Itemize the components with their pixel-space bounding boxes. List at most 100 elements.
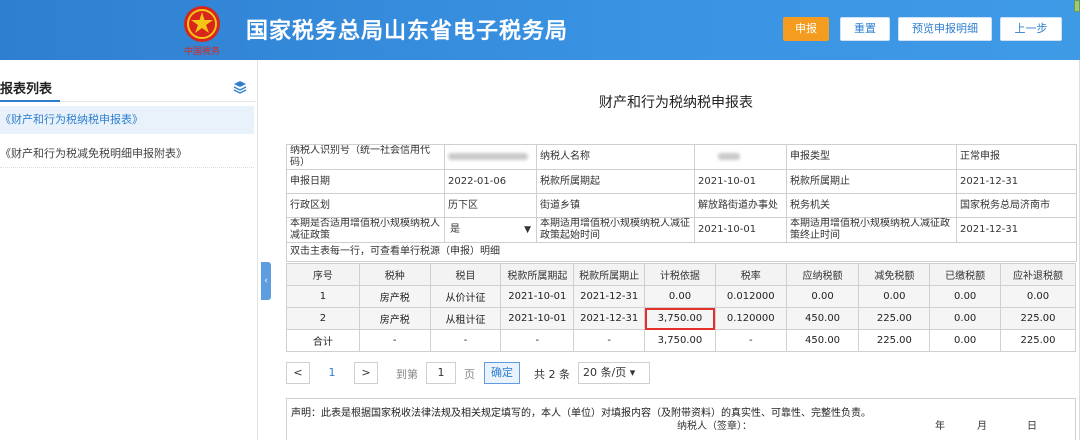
form-title: 财产和行为税纳税申报表 (599, 95, 753, 111)
table-cell: 225.00 (858, 329, 931, 352)
table-row[interactable]: 1 房产税 从价计征 2021-10-01 2021-12-31 0.00 0.… (286, 285, 1076, 308)
sidebar-title-underline (0, 100, 60, 102)
table-cell: 2021-10-01 (500, 285, 575, 308)
grid-header-cell: 序号 (286, 263, 360, 286)
table-cell: 0.00 (929, 307, 1002, 330)
total-row: 合计 - - - - 3,750.00 - 450.00 225.00 0.00… (286, 329, 1076, 352)
grid-header-cell: 税款所属期止 (573, 263, 646, 286)
sidebar-header: 报表列表 (0, 70, 256, 102)
taxpayer-info-table: 纳税人识别号（统一社会信用代码） 纳税人名称 申报类型 正常申报 申报日期 20… (286, 144, 1077, 262)
grid-header-cell: 税种 (358, 263, 431, 286)
table-cell: 房产税 (358, 307, 431, 330)
national-emblem-icon: 中国税务 (184, 6, 220, 57)
month-label: 月 (977, 421, 987, 432)
page-size-select[interactable]: 20 条/页 ▾ (578, 362, 650, 384)
table-cell: - (429, 329, 502, 352)
sidebar-title: 报表列表 (0, 82, 53, 97)
layers-icon[interactable] (233, 80, 247, 94)
table-cell: 0.00 (929, 285, 1002, 308)
page-size-value: 20 条/页 (583, 366, 627, 379)
goto-confirm-button[interactable]: 确定 (484, 362, 520, 384)
main-content: 财产和行为税纳税申报表 纳税人识别号（统一社会信用代码） 纳税人名称 申报类型 … (272, 60, 1080, 440)
day-label: 日 (1027, 421, 1037, 432)
prev-page-button[interactable]: < (286, 362, 310, 384)
grid-header-cell: 减免税额 (858, 263, 931, 286)
small-scale-policy-value: 是 (450, 224, 460, 235)
district-label: 行政区划 (286, 193, 445, 218)
total-count: 共 2 条 (534, 368, 570, 381)
preview-details-button[interactable]: 预览申报明细 (898, 17, 992, 41)
collapse-sidebar-toggle[interactable]: ‹ (261, 262, 271, 300)
page-unit-label: 页 (464, 368, 475, 381)
table-cell: 0.00 (858, 285, 931, 308)
table-cell: 从价计征 (429, 285, 502, 308)
taxable-basis-highlighted-cell: 3,750.00 (644, 307, 716, 330)
submit-declaration-button[interactable]: 申报 (783, 17, 829, 41)
grid-header-cell: 税率 (714, 263, 787, 286)
period-start-value: 2021-10-01 (694, 169, 787, 194)
table-cell: - (573, 329, 646, 352)
table-cell: 450.00 (785, 329, 860, 352)
grid-header-cell: 已缴税额 (929, 263, 1002, 286)
grid-header-cell: 应补退税额 (1000, 263, 1076, 286)
table-cell: 0.00 (785, 285, 860, 308)
period-end-value: 2021-12-31 (956, 169, 1077, 194)
table-cell: 从租计征 (429, 307, 502, 330)
table-cell: 3,750.00 (644, 329, 716, 352)
reset-button[interactable]: 重置 (840, 17, 890, 41)
scrollbar-thumb[interactable] (1074, 0, 1080, 12)
next-page-button[interactable]: > (354, 362, 378, 384)
table-cell: 2021-12-31 (573, 285, 646, 308)
chevron-down-icon: ▾ (629, 366, 636, 379)
table-cell: - (358, 329, 431, 352)
grid-header-cell: 计税依据 (644, 263, 716, 286)
table-cell: 0.00 (1000, 285, 1076, 308)
taxpayer-id-label: 纳税人识别号（统一社会信用代码） (286, 144, 445, 170)
previous-step-button[interactable]: 上一步 (1000, 17, 1062, 41)
declare-type-label: 申报类型 (786, 144, 957, 170)
declaration-box: 声明：此表是根据国家税收法律法规及相关规定填写的，本人（单位）对填报内容（及附带… (286, 398, 1076, 440)
table-cell: - (714, 329, 787, 352)
grid-header-cell: 税款所属期起 (500, 263, 575, 286)
table-cell: - (500, 329, 575, 352)
sidebar: 报表列表 《财产和行为税纳税申报表》 《财产和行为税减免税明细申报附表》 (0, 60, 258, 440)
period-start-label: 税款所属期起 (536, 169, 695, 194)
grid-header-cell: 应纳税额 (785, 263, 860, 286)
goto-page-input[interactable]: 1 (426, 362, 456, 384)
declare-date-label: 申报日期 (286, 169, 445, 194)
taxpayer-id-value (444, 144, 537, 170)
reduce-start-value: 2021-10-01 (694, 217, 787, 243)
grid-header-cell: 税目 (429, 263, 502, 286)
pagination: < 1 > 到第 1 页 确定 共 2 条 20 条/页 ▾ (286, 362, 706, 386)
goto-label: 到第 (396, 368, 418, 381)
declare-date-value: 2022-01-06 (444, 169, 537, 194)
header-bar: 中国税务 国家税务总局山东省电子税务局 申报 重置 预览申报明细 上一步 (0, 0, 1080, 60)
table-cell: 0.120000 (714, 307, 787, 330)
tax-detail-grid: 序号 税种 税目 税款所属期起 税款所属期止 计税依据 税率 应纳税额 减免税额… (286, 263, 1076, 352)
table-cell: 0.00 (644, 285, 716, 308)
current-page-number[interactable]: 1 (320, 362, 344, 384)
year-label: 年 (935, 421, 945, 432)
grid-header-row: 序号 税种 税目 税款所属期起 税款所属期止 计税依据 税率 应纳税额 减免税额… (286, 263, 1076, 286)
chevron-down-icon: ▼ (524, 225, 531, 235)
table-cell: 225.00 (1000, 307, 1076, 330)
sidebar-item-tax-relief-schedule[interactable]: 《财产和行为税减免税明细申报附表》 (0, 140, 254, 168)
table-cell: 1 (286, 285, 360, 308)
street-label: 街道乡镇 (536, 193, 695, 218)
street-value: 解放路街道办事处 (694, 193, 787, 218)
table-row[interactable]: 2 房产税 从租计征 2021-10-01 2021-12-31 3,750.0… (286, 307, 1076, 330)
table-cell: 225.00 (858, 307, 931, 330)
district-value: 历下区 (444, 193, 537, 218)
table-cell: 0.012000 (714, 285, 787, 308)
table-cell: 2021-12-31 (573, 307, 646, 330)
table-cell: 450.00 (785, 307, 860, 330)
sidebar-item-property-tax-form[interactable]: 《财产和行为税纳税申报表》 (0, 106, 254, 134)
declaration-text: 声明：此表是根据国家税收法律法规及相关规定填写的，本人（单位）对填报内容（及附带… (291, 408, 871, 419)
signer-label: 纳税人（签章）： (677, 421, 752, 432)
taxpayer-name-label: 纳税人名称 (536, 144, 695, 170)
page-title: 国家税务总局山东省电子税务局 (246, 19, 569, 44)
table-cell: 225.00 (1000, 329, 1076, 352)
reduce-end-label: 本期适用增值税小规模纳税人减征政策终止时间 (786, 217, 957, 243)
declare-type-value: 正常申报 (956, 144, 1077, 170)
small-scale-policy-select[interactable]: 是 ▼ (444, 217, 537, 243)
